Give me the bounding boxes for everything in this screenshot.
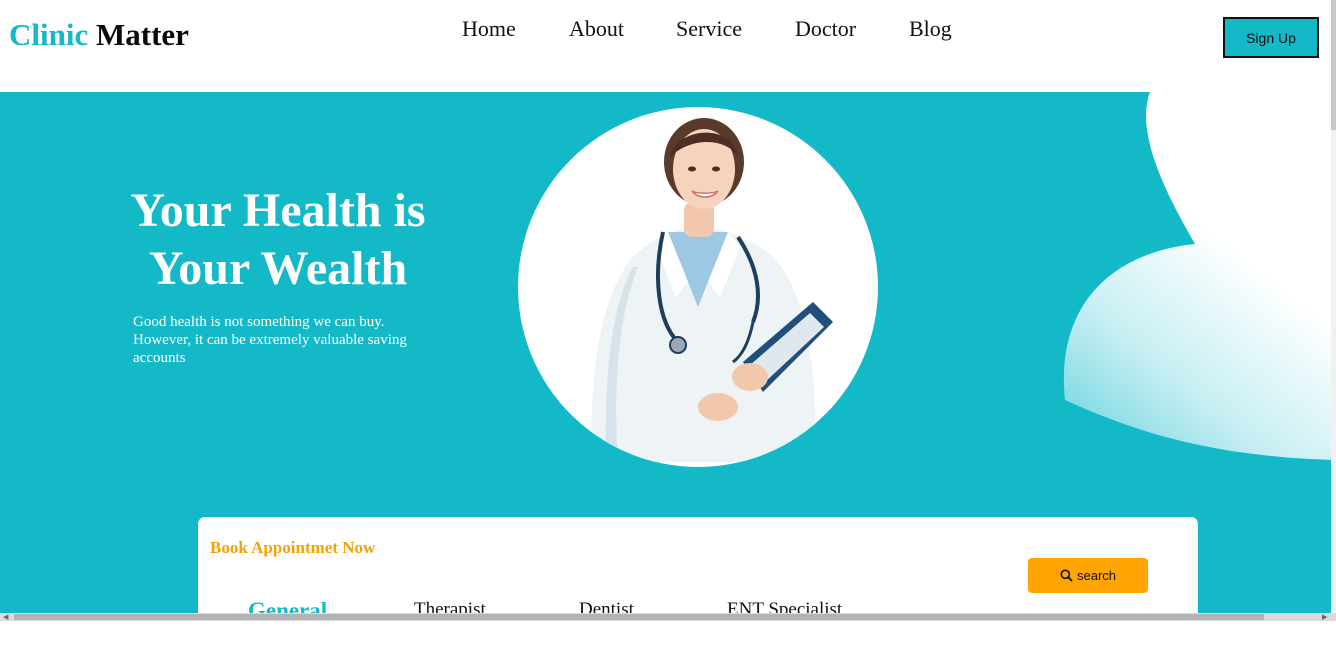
decorative-blob bbox=[1063, 92, 1336, 460]
scroll-right-icon[interactable]: ▶ bbox=[1322, 614, 1327, 621]
horizontal-scrollbar[interactable]: ◀ ▶ bbox=[0, 613, 1336, 621]
hero-title: Your Health is Your Wealth bbox=[100, 182, 456, 298]
search-button[interactable]: search bbox=[1028, 558, 1148, 593]
doctor-image bbox=[518, 107, 878, 467]
search-icon bbox=[1060, 569, 1073, 582]
hero-title-line-1: Your Health is bbox=[130, 184, 426, 237]
nav-about[interactable]: About bbox=[569, 16, 624, 42]
horizontal-scrollbar-thumb[interactable] bbox=[14, 614, 1264, 620]
search-button-label: search bbox=[1076, 568, 1117, 583]
nav-blog[interactable]: Blog bbox=[909, 16, 952, 42]
vertical-scrollbar[interactable] bbox=[1331, 0, 1336, 613]
nav-service[interactable]: Service bbox=[676, 16, 742, 42]
nav-doctor[interactable]: Doctor bbox=[795, 16, 856, 42]
nav-home[interactable]: Home bbox=[462, 16, 516, 42]
hero-subtitle: Good health is not something we can buy.… bbox=[133, 314, 407, 366]
hero-title-line-2: Your Wealth bbox=[148, 242, 408, 295]
booking-title: Book Appointmet Now bbox=[210, 538, 376, 557]
site-header: Clinic Matter Home About Service Doctor … bbox=[0, 0, 1336, 92]
booking-card: Book Appointmet Now search General Thera… bbox=[198, 517, 1198, 657]
doctor-illustration bbox=[591, 118, 833, 462]
scroll-left-icon[interactable]: ◀ bbox=[3, 614, 8, 621]
sign-up-button[interactable]: Sign Up bbox=[1223, 17, 1319, 58]
main-nav: Home About Service Doctor Blog bbox=[0, 16, 1336, 46]
vertical-scrollbar-thumb[interactable] bbox=[1331, 0, 1336, 130]
